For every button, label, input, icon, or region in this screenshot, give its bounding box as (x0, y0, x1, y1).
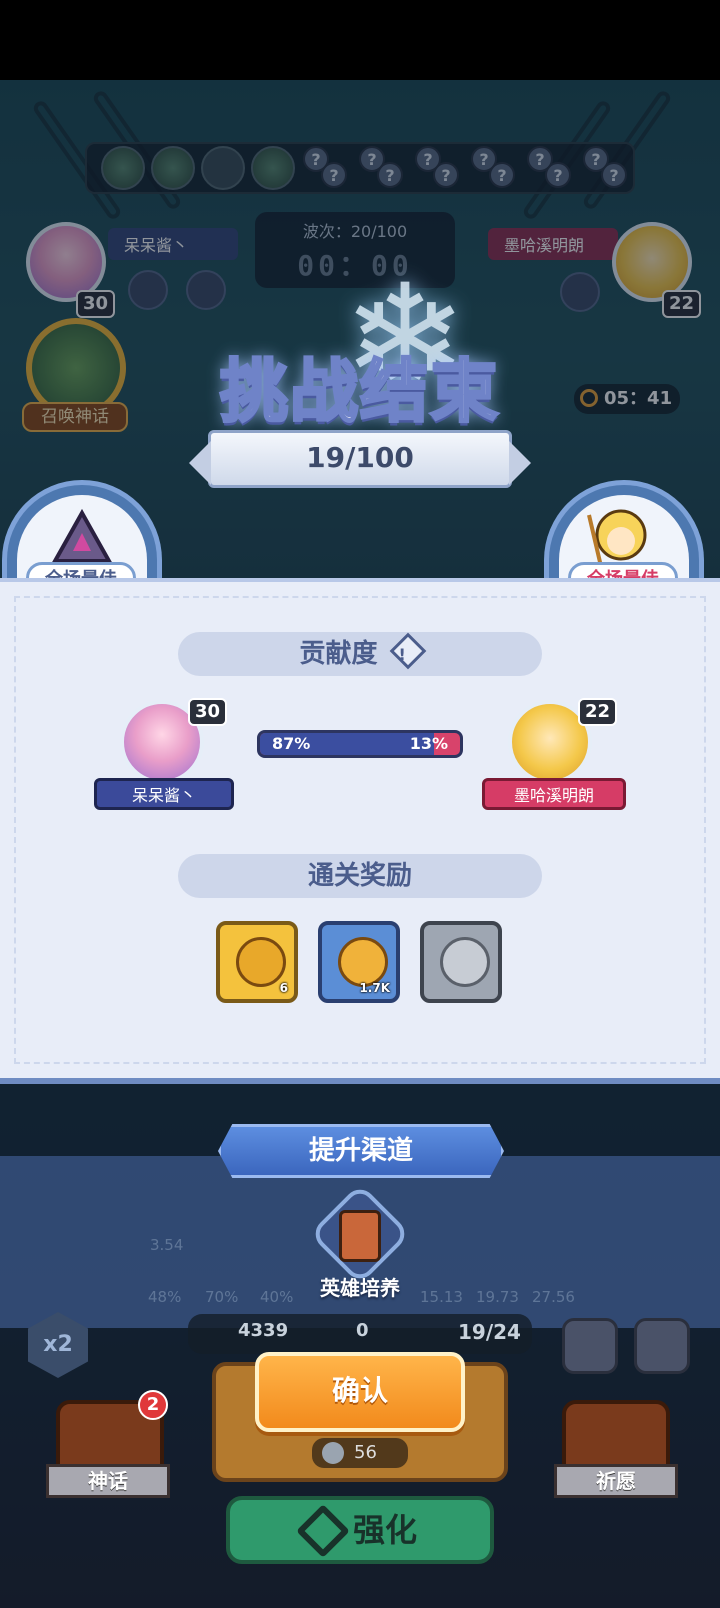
stat-value: 40% (260, 1288, 294, 1306)
unit-capacity: 19/24 (458, 1320, 521, 1344)
key-icon (236, 937, 286, 987)
gold-coin-icon (338, 937, 388, 987)
stat-value: 70% (205, 1288, 239, 1306)
result-title: 挑战结束 (218, 352, 500, 434)
reward-gold[interactable]: 1.7K (318, 921, 400, 1003)
wish-label[interactable]: 祈愿 (554, 1464, 678, 1498)
stat-value: 3.54 (150, 1236, 184, 1254)
contribution-heading-text: 贡献度 (299, 639, 378, 669)
chat-icon[interactable] (562, 1318, 618, 1374)
hero-training-label[interactable]: 英雄培养 (300, 1272, 420, 1301)
menu-icon[interactable] (634, 1318, 690, 1374)
stat-value: 27.56 (532, 1288, 575, 1306)
myth-notification-badge: 2 (138, 1390, 168, 1420)
reward-key[interactable]: 6 (216, 921, 298, 1003)
contribution-heading: 贡献度 ! (178, 632, 542, 676)
result-banner: ❄ 挑战结束 (120, 265, 600, 440)
status-bar (0, 0, 720, 80)
contribution-bar: 87% 13% (257, 730, 463, 758)
stat-value: 48% (148, 1288, 182, 1306)
myth-label[interactable]: 神话 (46, 1464, 170, 1498)
silver-coin-icon (322, 1442, 344, 1464)
summon-cost: 56 (312, 1438, 408, 1468)
silver-emblem-icon (440, 937, 490, 987)
upgrade-channel-title: 提升渠道 (218, 1124, 504, 1178)
contribution-left-percent: 87% (272, 734, 311, 753)
contribution-left-name: 呆呆酱丶 (94, 778, 234, 810)
summon-cost-value: 56 (354, 1442, 377, 1463)
upgrade-arrow-icon (296, 1504, 350, 1558)
rewards-heading: 通关奖励 (178, 854, 542, 898)
resource-bar: 4339 0 19/24 (188, 1314, 532, 1354)
hero-card-icon (339, 1210, 381, 1262)
resource-clover: 0 (356, 1320, 369, 1341)
contribution-left-level: 30 (188, 698, 228, 726)
result-progress: 19/100 (189, 430, 531, 488)
stat-value: 19.73 (476, 1288, 519, 1306)
confirm-button[interactable]: 确认 (255, 1352, 465, 1432)
resource-silver: 4339 (238, 1320, 289, 1341)
contribution-right-percent: 13% (409, 734, 448, 753)
contribution-right-name: 墨哈溪明朗 (482, 778, 626, 810)
contribution-right-level: 22 (578, 698, 618, 726)
info-icon[interactable]: ! (389, 632, 426, 670)
reward-count: 1.7K (359, 981, 390, 995)
stat-value: 15.13 (420, 1288, 463, 1306)
reward-emblem[interactable] (420, 921, 502, 1003)
enhance-label: 强化 (352, 1511, 417, 1549)
enhance-button[interactable]: 强化 (226, 1496, 494, 1564)
reward-count: 6 (279, 981, 288, 995)
